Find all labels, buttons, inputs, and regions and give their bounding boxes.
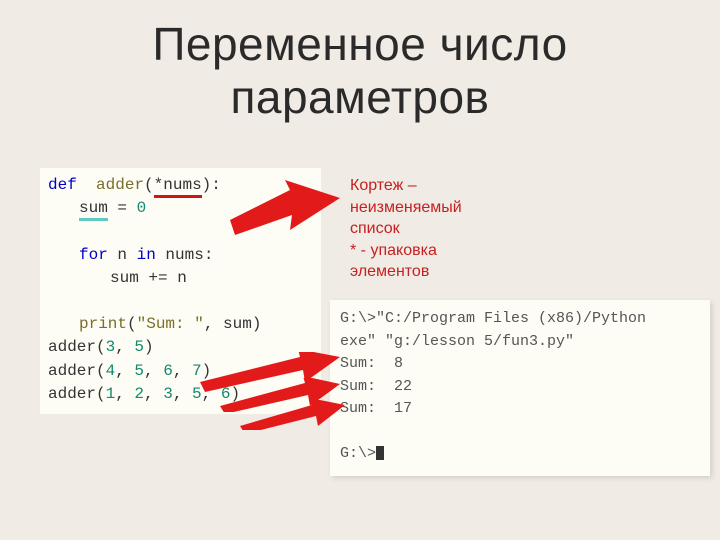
code-line-2: sum = 0 bbox=[48, 197, 313, 220]
code-line-3: for n in nums: bbox=[48, 244, 313, 267]
code-block: def adder(*nums): sum = 0 for n in nums:… bbox=[40, 168, 321, 414]
cursor-icon bbox=[376, 446, 384, 460]
console-output: G:\>"C:/Program Files (x86)/Python exe" … bbox=[330, 300, 710, 476]
title-line-2: параметров bbox=[230, 71, 489, 123]
code-call-2: adder(4, 5, 6, 7) bbox=[48, 360, 313, 383]
code-line-5: print("Sum: ", sum) bbox=[48, 313, 313, 336]
code-call-3: adder(1, 2, 3, 5, 6) bbox=[48, 383, 313, 406]
code-call-1: adder(3, 5) bbox=[48, 336, 313, 359]
annotation-note: Кортеж – неизменяемый список * - упаковк… bbox=[350, 175, 540, 283]
code-line-4: sum += n bbox=[48, 267, 313, 290]
code-line-1: def adder(*nums): bbox=[48, 174, 313, 197]
title-line-1: Переменное число bbox=[152, 18, 567, 70]
slide-title: Переменное число параметров bbox=[0, 0, 720, 124]
